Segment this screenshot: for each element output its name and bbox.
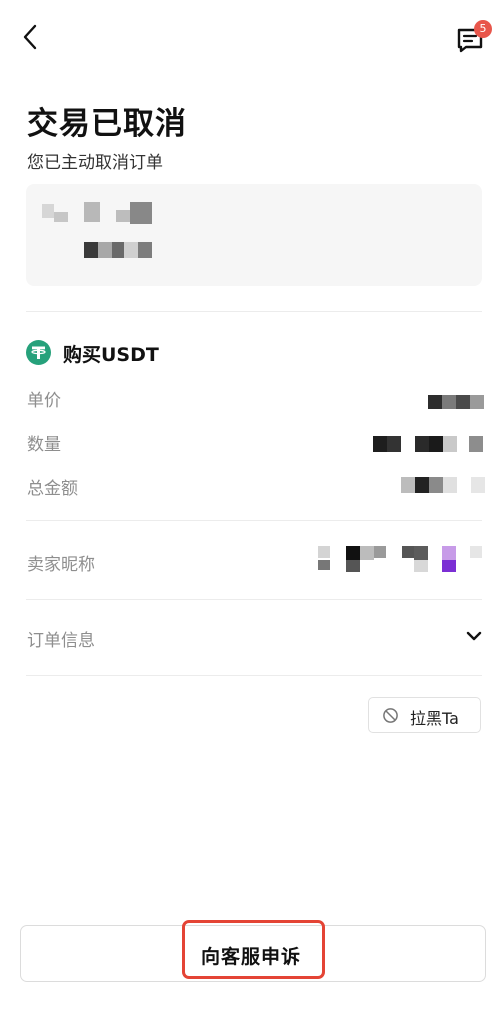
redacted-quantity — [373, 436, 484, 452]
total-amount-label: 总金额 — [27, 479, 78, 499]
redacted-block — [98, 242, 112, 258]
chevron-down-icon[interactable] — [466, 630, 482, 642]
redacted-block — [138, 242, 152, 258]
block-user-button[interactable]: 拉黑Ta — [368, 697, 481, 733]
redacted-block — [84, 202, 100, 222]
redacted-block — [124, 242, 138, 258]
quantity-label: 数量 — [27, 435, 61, 455]
order-info-toggle[interactable]: 订单信息 — [0, 612, 500, 662]
divider — [26, 311, 482, 312]
nav-bar: 5 — [0, 0, 500, 75]
page-subtitle: 您已主动取消订单 — [27, 153, 163, 173]
block-user-label: 拉黑Ta — [410, 709, 459, 728]
back-button[interactable] — [18, 22, 46, 52]
redacted-total-amount — [401, 477, 487, 493]
usdt-icon — [26, 340, 51, 365]
redacted-notice-card — [26, 184, 482, 286]
order-asset-title: 购买USDT — [63, 344, 159, 366]
redacted-unit-price — [428, 395, 484, 409]
redacted-block — [84, 242, 98, 258]
divider — [26, 520, 482, 521]
message-count-badge: 5 — [474, 20, 492, 38]
redacted-block — [130, 202, 152, 224]
divider — [26, 599, 482, 600]
redacted-block — [112, 242, 124, 258]
page-title: 交易已取消 — [27, 106, 187, 142]
redacted-block — [54, 212, 68, 222]
order-info-label: 订单信息 — [27, 631, 95, 651]
chevron-left-icon — [23, 24, 37, 50]
redacted-block — [116, 210, 130, 222]
redacted-seller-nickname — [318, 546, 484, 574]
redacted-block — [42, 204, 54, 218]
divider — [26, 675, 482, 676]
seller-nickname-label: 卖家昵称 — [27, 555, 95, 575]
message-button[interactable]: 5 — [452, 20, 492, 56]
unit-price-label: 单价 — [27, 391, 61, 411]
block-icon — [383, 708, 398, 723]
appeal-label[interactable]: 向客服申诉 — [201, 942, 301, 969]
